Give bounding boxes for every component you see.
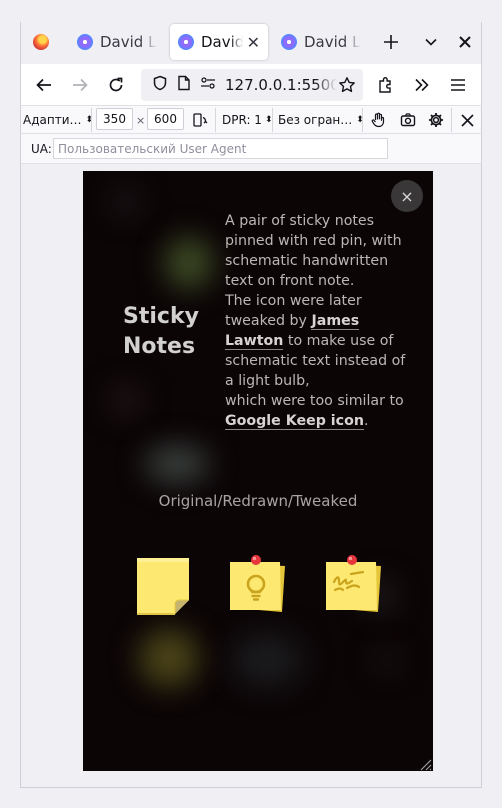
chevron-down-icon <box>425 38 437 46</box>
page-icon <box>173 75 195 95</box>
screenshot-button[interactable] <box>396 108 420 132</box>
firefox-icon <box>33 34 49 50</box>
dpr-selector[interactable]: DPR: 1 ⬍ <box>222 109 272 131</box>
background-blur <box>113 189 139 215</box>
rotate-icon <box>193 113 208 127</box>
background-blur <box>111 385 141 415</box>
messenger-icon <box>178 34 194 50</box>
back-button[interactable] <box>27 68 61 102</box>
viewport-height-input[interactable]: 600 <box>147 108 184 130</box>
messenger-icon <box>77 34 93 50</box>
separator <box>451 108 452 132</box>
background-blur <box>231 633 303 687</box>
close-rdm-button[interactable] <box>455 108 479 132</box>
throttle-label: Без огран… <box>278 113 353 127</box>
arrow-left-icon <box>36 78 51 92</box>
hand-pointer-icon <box>371 112 385 128</box>
background-blur <box>139 629 199 687</box>
tab-label: David L <box>201 33 243 51</box>
close-button[interactable]: × <box>391 180 423 212</box>
camera-icon <box>400 113 416 127</box>
google-keep-link[interactable]: Google Keep icon <box>225 413 364 430</box>
description: A pair of sticky notes pinned with red p… <box>225 213 406 430</box>
viewport-width-input[interactable]: 350 <box>96 108 133 130</box>
arrow-right-icon <box>73 78 88 92</box>
reload-button[interactable] <box>99 68 133 102</box>
gear-icon <box>429 113 443 127</box>
app-menu-button[interactable] <box>441 68 475 102</box>
new-tab-button[interactable] <box>373 24 409 60</box>
separator <box>91 108 92 132</box>
times-sign: × <box>136 113 146 127</box>
dpr-label: DPR: 1 <box>222 113 262 127</box>
background-blur <box>375 649 397 671</box>
separator <box>215 108 216 132</box>
shield-icon[interactable] <box>149 75 171 95</box>
close-icon <box>459 36 471 48</box>
close-window-button[interactable] <box>447 24 483 60</box>
resize-grip-icon <box>420 759 432 771</box>
bookmark-star-icon[interactable] <box>335 73 359 97</box>
messenger-icon <box>281 34 297 50</box>
tab-david-3[interactable]: David La <box>273 24 369 60</box>
settings-button[interactable] <box>424 108 448 132</box>
reload-icon <box>109 77 123 92</box>
separator <box>272 108 273 132</box>
user-agent-row: UA: Пользовательский User Agent <box>20 134 482 164</box>
network-throttle-selector[interactable]: Без огран… ⬍ <box>278 109 364 131</box>
close-tab-icon[interactable]: ✕ <box>247 33 260 52</box>
tab-strip: David Lap David L ✕ David La <box>20 22 482 64</box>
background-blur <box>165 237 213 289</box>
resize-handle[interactable] <box>418 756 432 771</box>
tab-firefox[interactable] <box>23 24 59 60</box>
device-selector-label: Адапти… <box>23 113 82 127</box>
puzzle-icon <box>379 77 391 93</box>
overflow-menu-button[interactable] <box>405 68 439 102</box>
rotate-viewport-button[interactable] <box>188 108 212 132</box>
list-tabs-button[interactable] <box>413 24 449 60</box>
extensions-button[interactable] <box>369 68 403 102</box>
tab-david-active[interactable]: David L ✕ <box>170 24 268 60</box>
hamburger-icon <box>451 79 465 91</box>
close-icon <box>460 113 474 127</box>
double-chevron-icon <box>415 78 429 92</box>
tab-label: David La <box>304 33 361 51</box>
device-selector[interactable]: Адапти… ⬍ <box>23 109 93 131</box>
sticky-note-original-icon <box>132 554 196 618</box>
permissions-icon[interactable] <box>197 76 219 94</box>
tab-david-1[interactable]: David Lap <box>69 24 165 60</box>
forward-button[interactable] <box>63 68 97 102</box>
user-agent-input[interactable]: Пользовательский User Agent <box>53 138 388 159</box>
separator <box>362 108 363 132</box>
nav-bar: 127.0.0.1:5500 <box>20 64 482 106</box>
sticky-note-redrawn-icon <box>225 554 289 618</box>
device-viewport: × Sticky Notes A pair of sticky notes pi… <box>83 171 433 771</box>
background-blur <box>145 445 209 483</box>
touch-simulation-button[interactable] <box>366 108 390 132</box>
ua-label: UA: <box>31 142 52 156</box>
url-text[interactable]: 127.0.0.1:5500 <box>225 76 337 94</box>
plus-icon <box>384 35 398 49</box>
tab-label: David Lap <box>100 33 157 51</box>
icons-caption: Original/Redrawn/Tweaked <box>158 492 358 510</box>
sticky-note-tweaked-icon <box>321 554 385 618</box>
responsive-design-toolbar: Адапти… ⬍ 350 × 600 DPR: 1 ⬍ Без огран… … <box>20 106 482 134</box>
address-bar[interactable]: 127.0.0.1:5500 <box>141 69 363 101</box>
page-title: Sticky Notes <box>123 304 199 359</box>
